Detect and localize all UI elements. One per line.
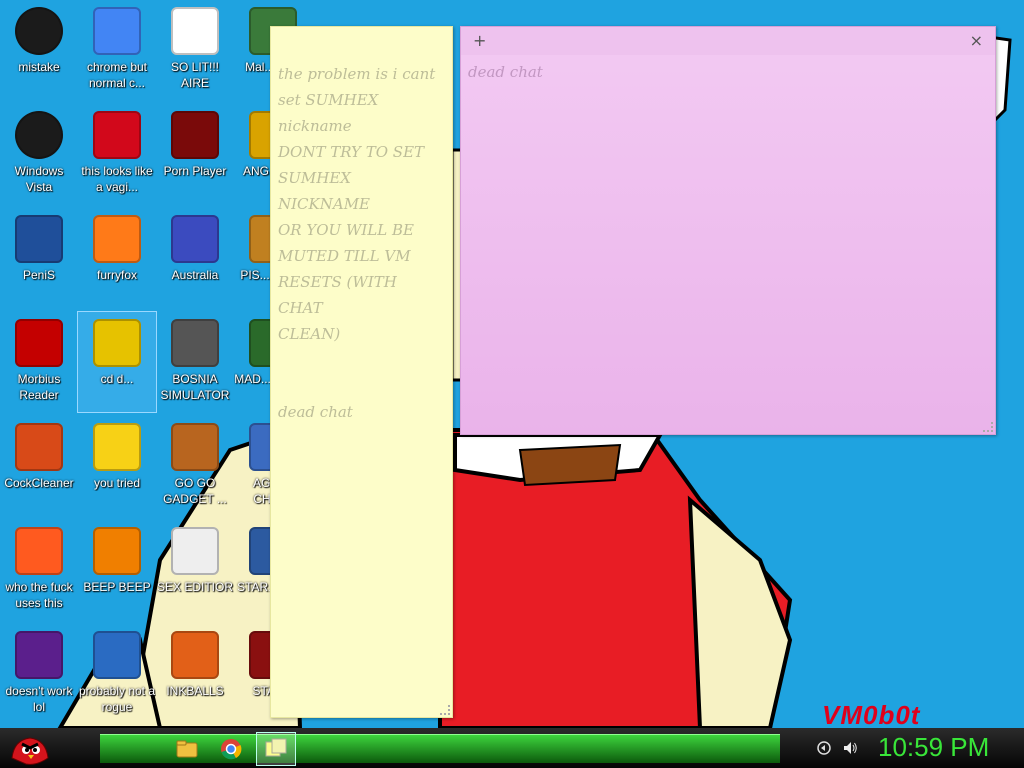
folder-icon[interactable] [174,736,200,762]
desktop-icon[interactable]: CockCleaner [0,416,78,516]
firefox-icon [93,215,141,263]
cd-drive-icon [93,319,141,367]
desktop-icon[interactable]: doesn't work lol [0,624,78,724]
desktop-icon-label: furryfox [96,268,137,282]
desktop-icon-label: Windows Vista [14,164,64,194]
gears-icon [93,631,141,679]
photoshop-icon [15,215,63,263]
avast-icon [15,527,63,575]
desktop-icon-label: PeniS [22,268,56,282]
desktop-icon[interactable]: Morbius Reader [0,312,78,412]
desktop-icon-label: SO LIT!!! AIRE [170,60,219,90]
desktop-icon-label: Porn Player [163,164,227,178]
desktop-icon[interactable]: cd d... [77,311,157,413]
volume-icon[interactable] [842,740,858,756]
solitaire-icon [171,7,219,55]
desktop-icon[interactable]: INKBALLS [156,624,234,724]
desktop-icon[interactable]: Australia [156,208,234,308]
sticky-notes-taskbar-button[interactable] [256,732,296,766]
sticky-note-pink[interactable]: + × dead chat [460,26,996,435]
desktop-icon-label: you tried [93,476,141,490]
hxd-icon [171,527,219,575]
briefcase-icon [171,423,219,471]
resize-grip[interactable] [983,422,993,432]
desktop-icon-label: doesn't work lol [5,684,73,714]
spider-solitaire-icon [171,215,219,263]
desktop-icon[interactable]: Porn Player [156,104,234,204]
star-icon [93,423,141,471]
resize-grip[interactable] [440,705,450,715]
desktop-icon[interactable]: PeniS [0,208,78,308]
mistake-icon [15,7,63,55]
desktop-icon[interactable]: you tried [78,416,156,516]
desktop-icon-label: cd d... [100,372,134,386]
new-note-button[interactable]: + [473,31,486,50]
pdf-reader-icon [15,319,63,367]
desktop-icon-label: probably not a rogue [78,684,156,714]
ccleaner-icon [15,423,63,471]
taskbar-glow [100,734,780,763]
sticky-note-yellow-text[interactable]: the problem is i cant set SUMHEX nicknam… [271,27,452,425]
windows-vista-icon [15,111,63,159]
taskbar: 10:59 PM [0,728,1024,768]
desktop-icon[interactable]: furryfox [78,208,156,308]
desktop-icon[interactable]: BOSNIA SIMULATOR [156,312,234,412]
sticky-note-pink-text[interactable]: dead chat [468,63,543,81]
desktop-icon-label: who the fuck uses this [5,580,73,610]
desktop-icon-label: Morbius Reader [17,372,61,402]
sticky-note-yellow[interactable]: the problem is i cant set SUMHEX nicknam… [270,26,453,718]
chrome-icon [93,7,141,55]
desktop-icon[interactable]: Windows Vista [0,104,78,204]
taskbar-clock[interactable]: 10:59 PM [878,732,989,763]
desktop-icon-label: INKBALLS [166,684,224,698]
inkball-icon [171,631,219,679]
desktop-icon[interactable]: mistake [0,0,78,100]
desktop-icon-label: mistake [18,60,60,74]
yahoo-messenger-icon [15,631,63,679]
desktop-icon-label: GO GO GADGET ... [163,476,227,506]
desktop-icon-label: chrome but normal c... [86,60,148,90]
network-icon[interactable] [816,740,832,756]
desktop-icon[interactable]: SEX EDITIOR [156,520,234,620]
sticky-notes-icon [265,738,287,757]
vlc-icon [93,527,141,575]
desktop-icon[interactable]: chrome but normal c... [78,0,156,100]
desktop-icon[interactable]: SO LIT!!! AIRE [156,0,234,100]
desktop-icon[interactable]: who the fuck uses this [0,520,78,620]
desktop: mistake chrome but normal c... SO LIT!!! A… [0,0,1024,728]
desktop-icon-label: SEX EDITIOR [156,580,233,594]
desktop-icon[interactable]: probably not a rogue [78,624,156,724]
desktop-icon-label: CockCleaner [4,476,74,490]
chrome-icon[interactable] [218,736,244,762]
desktop-icon-label: Australia [171,268,219,282]
watermark-text: VM0b0t [822,700,921,728]
desktop-icon-label: BOSNIA SIMULATOR [160,372,230,402]
desktop-icon-label: BEEP BEEP [83,580,151,594]
sticky-note-title-bar[interactable]: + × [461,27,995,55]
desktop-icon-label: this looks like a vagi... [81,164,153,194]
desktop-icon[interactable]: BEEP BEEP [78,520,156,620]
close-note-button[interactable]: × [970,31,983,50]
start-orb-icon[interactable] [6,728,52,768]
desktop-icon[interactable]: this looks like a vagi... [78,104,156,204]
mine-icon [171,319,219,367]
desktop-icon[interactable]: GO GO GADGET ... [156,416,234,516]
flash-player-icon [171,111,219,159]
opera-icon [93,111,141,159]
